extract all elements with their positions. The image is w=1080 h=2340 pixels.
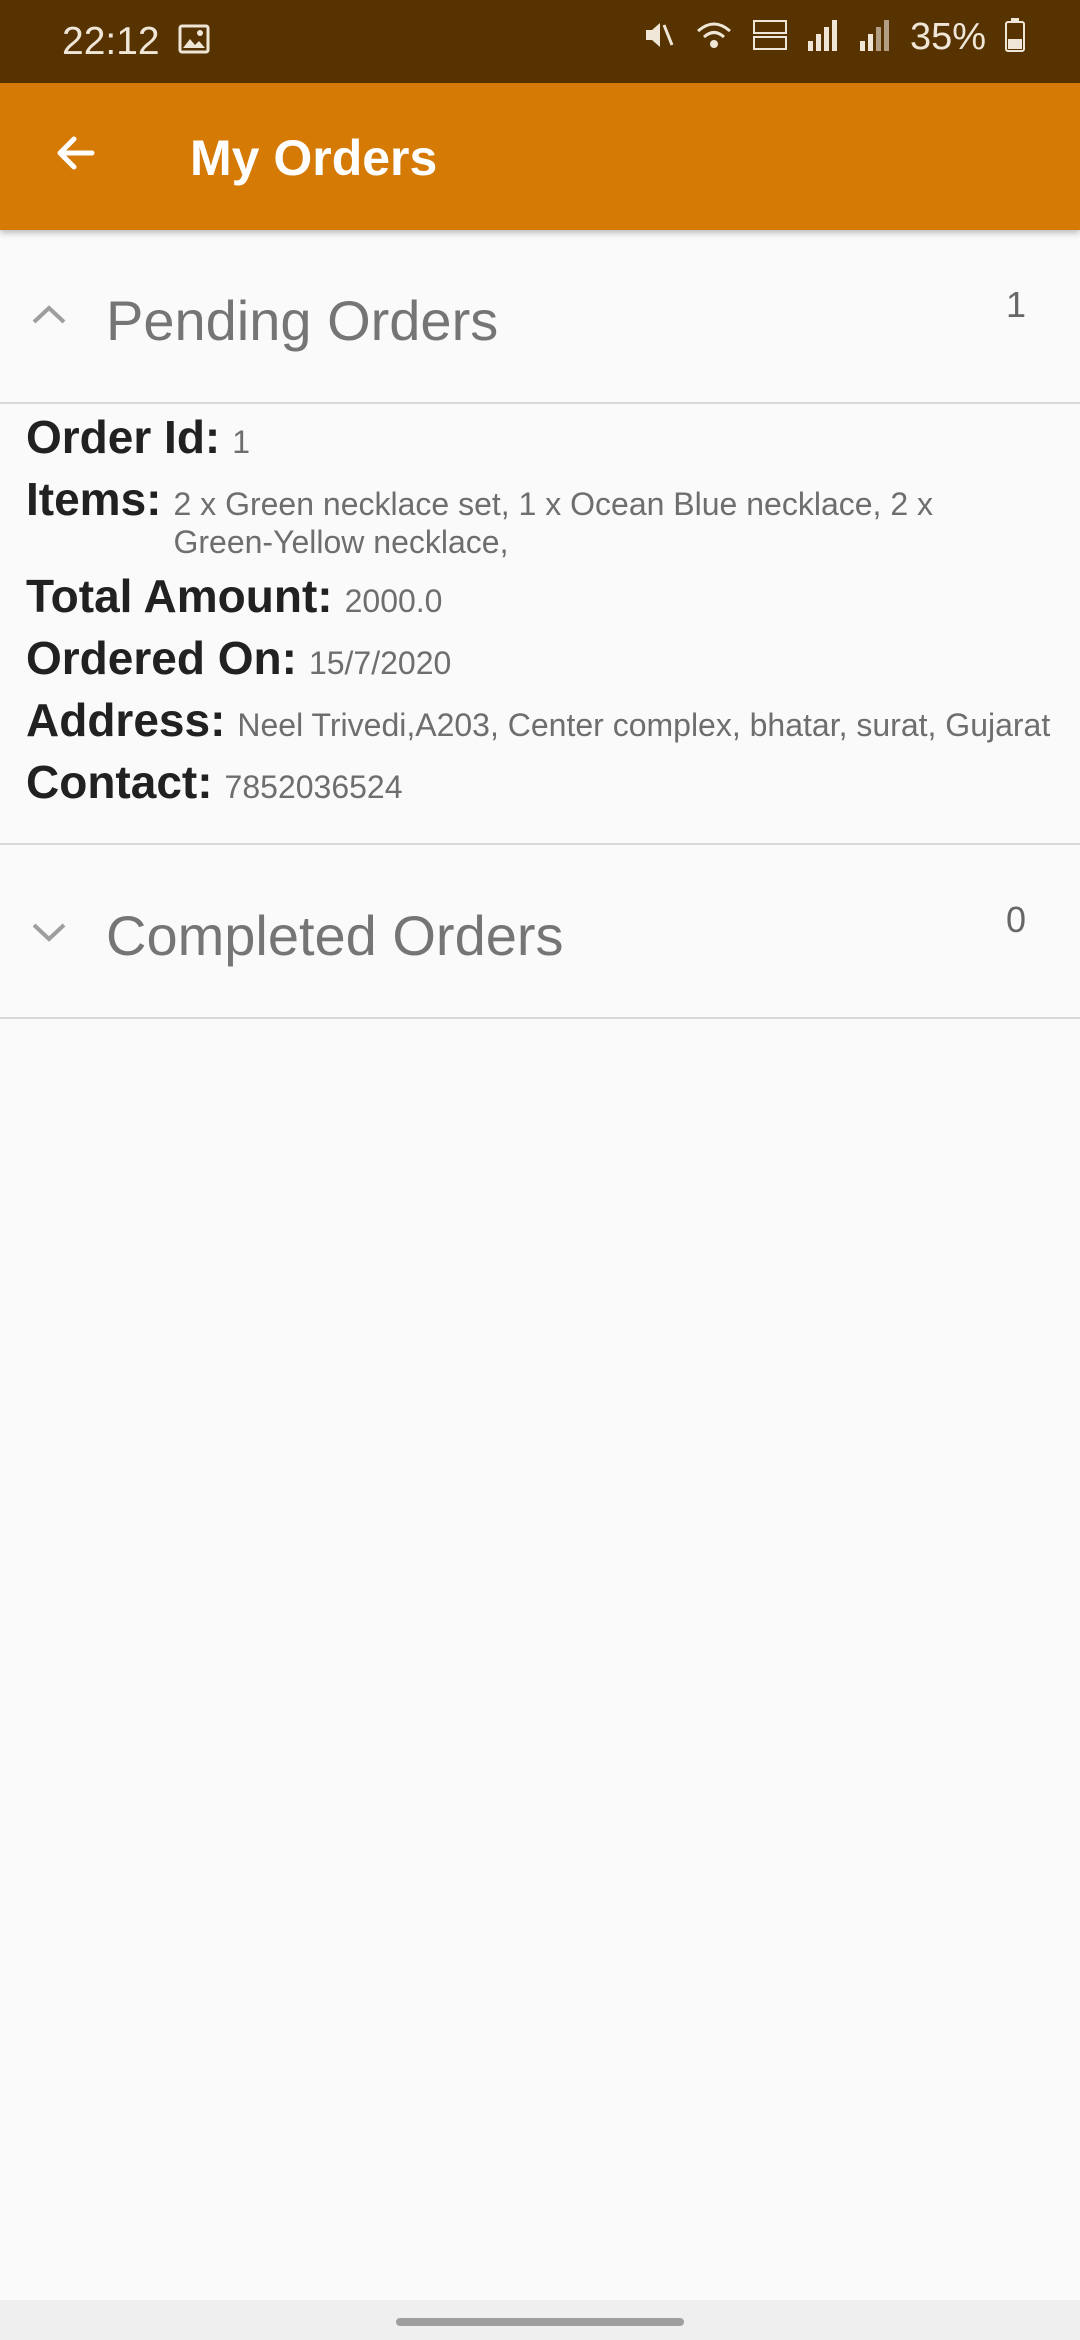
items-row: Items: 2 x Green necklace set, 1 x Ocean…: [26, 472, 1066, 561]
chevron-down-icon: [32, 923, 66, 942]
contact-row: Contact: 7852036524: [26, 755, 1066, 809]
volte-icon: [752, 17, 788, 58]
contact-label: Contact:: [26, 756, 213, 808]
ordered-on-label: Ordered On:: [26, 632, 297, 684]
order-id-label: Order Id:: [26, 411, 221, 463]
pending-orders-header[interactable]: Pending Orders 1: [0, 230, 1080, 404]
home-gesture-handle[interactable]: [396, 2318, 684, 2326]
order-id-value: 1: [232, 424, 251, 460]
wifi-icon: [694, 17, 734, 58]
pending-order-card: Order Id: 1 Items: 2 x Green necklace se…: [26, 410, 1066, 817]
ordered-on-value: 15/7/2020: [308, 645, 452, 681]
signal-icon: [806, 17, 840, 58]
total-row: Total Amount: 2000.0: [26, 569, 1066, 623]
pending-orders-title: Pending Orders: [106, 289, 499, 352]
address-row: Address: Neel Trivedi,A203, Center compl…: [26, 693, 1066, 747]
battery-percent: 35%: [909, 16, 986, 58]
app-bar: My Orders: [0, 83, 1080, 230]
completed-orders-count: 0: [1005, 899, 1026, 940]
order-id-row: Order Id: 1: [26, 410, 1066, 464]
completed-orders-title: Completed Orders: [106, 904, 564, 967]
battery-icon: [1004, 17, 1026, 58]
completed-orders-header[interactable]: Completed Orders 0: [0, 845, 1080, 1019]
arrow-left-icon: [57, 136, 95, 170]
total-label: Total Amount:: [26, 570, 333, 622]
items-label: Items:: [26, 473, 162, 525]
pending-orders-count: 1: [1005, 284, 1026, 325]
chevron-up-icon: [32, 305, 66, 324]
signal-icon-2: [858, 17, 892, 58]
page-title: My Orders: [190, 130, 438, 186]
status-bar: 22:12 35%: [0, 0, 1080, 83]
ordered-on-row: Ordered On: 15/7/2020: [26, 631, 1066, 685]
address-value: Neel Trivedi,A203, Center complex, bhata…: [237, 707, 1051, 743]
mute-icon: [640, 17, 676, 58]
status-time: 22:12: [62, 20, 160, 63]
items-value: 2 x Green necklace set, 1 x Ocean Blue n…: [173, 486, 933, 560]
contact-value: 7852036524: [224, 769, 403, 805]
address-label: Address:: [26, 694, 226, 746]
gallery-notification-icon: [178, 24, 210, 59]
back-button[interactable]: [44, 121, 108, 185]
status-icons: 35%: [640, 16, 1026, 59]
total-value: 2000.0: [344, 583, 443, 619]
navigation-bar: [0, 2300, 1080, 2340]
